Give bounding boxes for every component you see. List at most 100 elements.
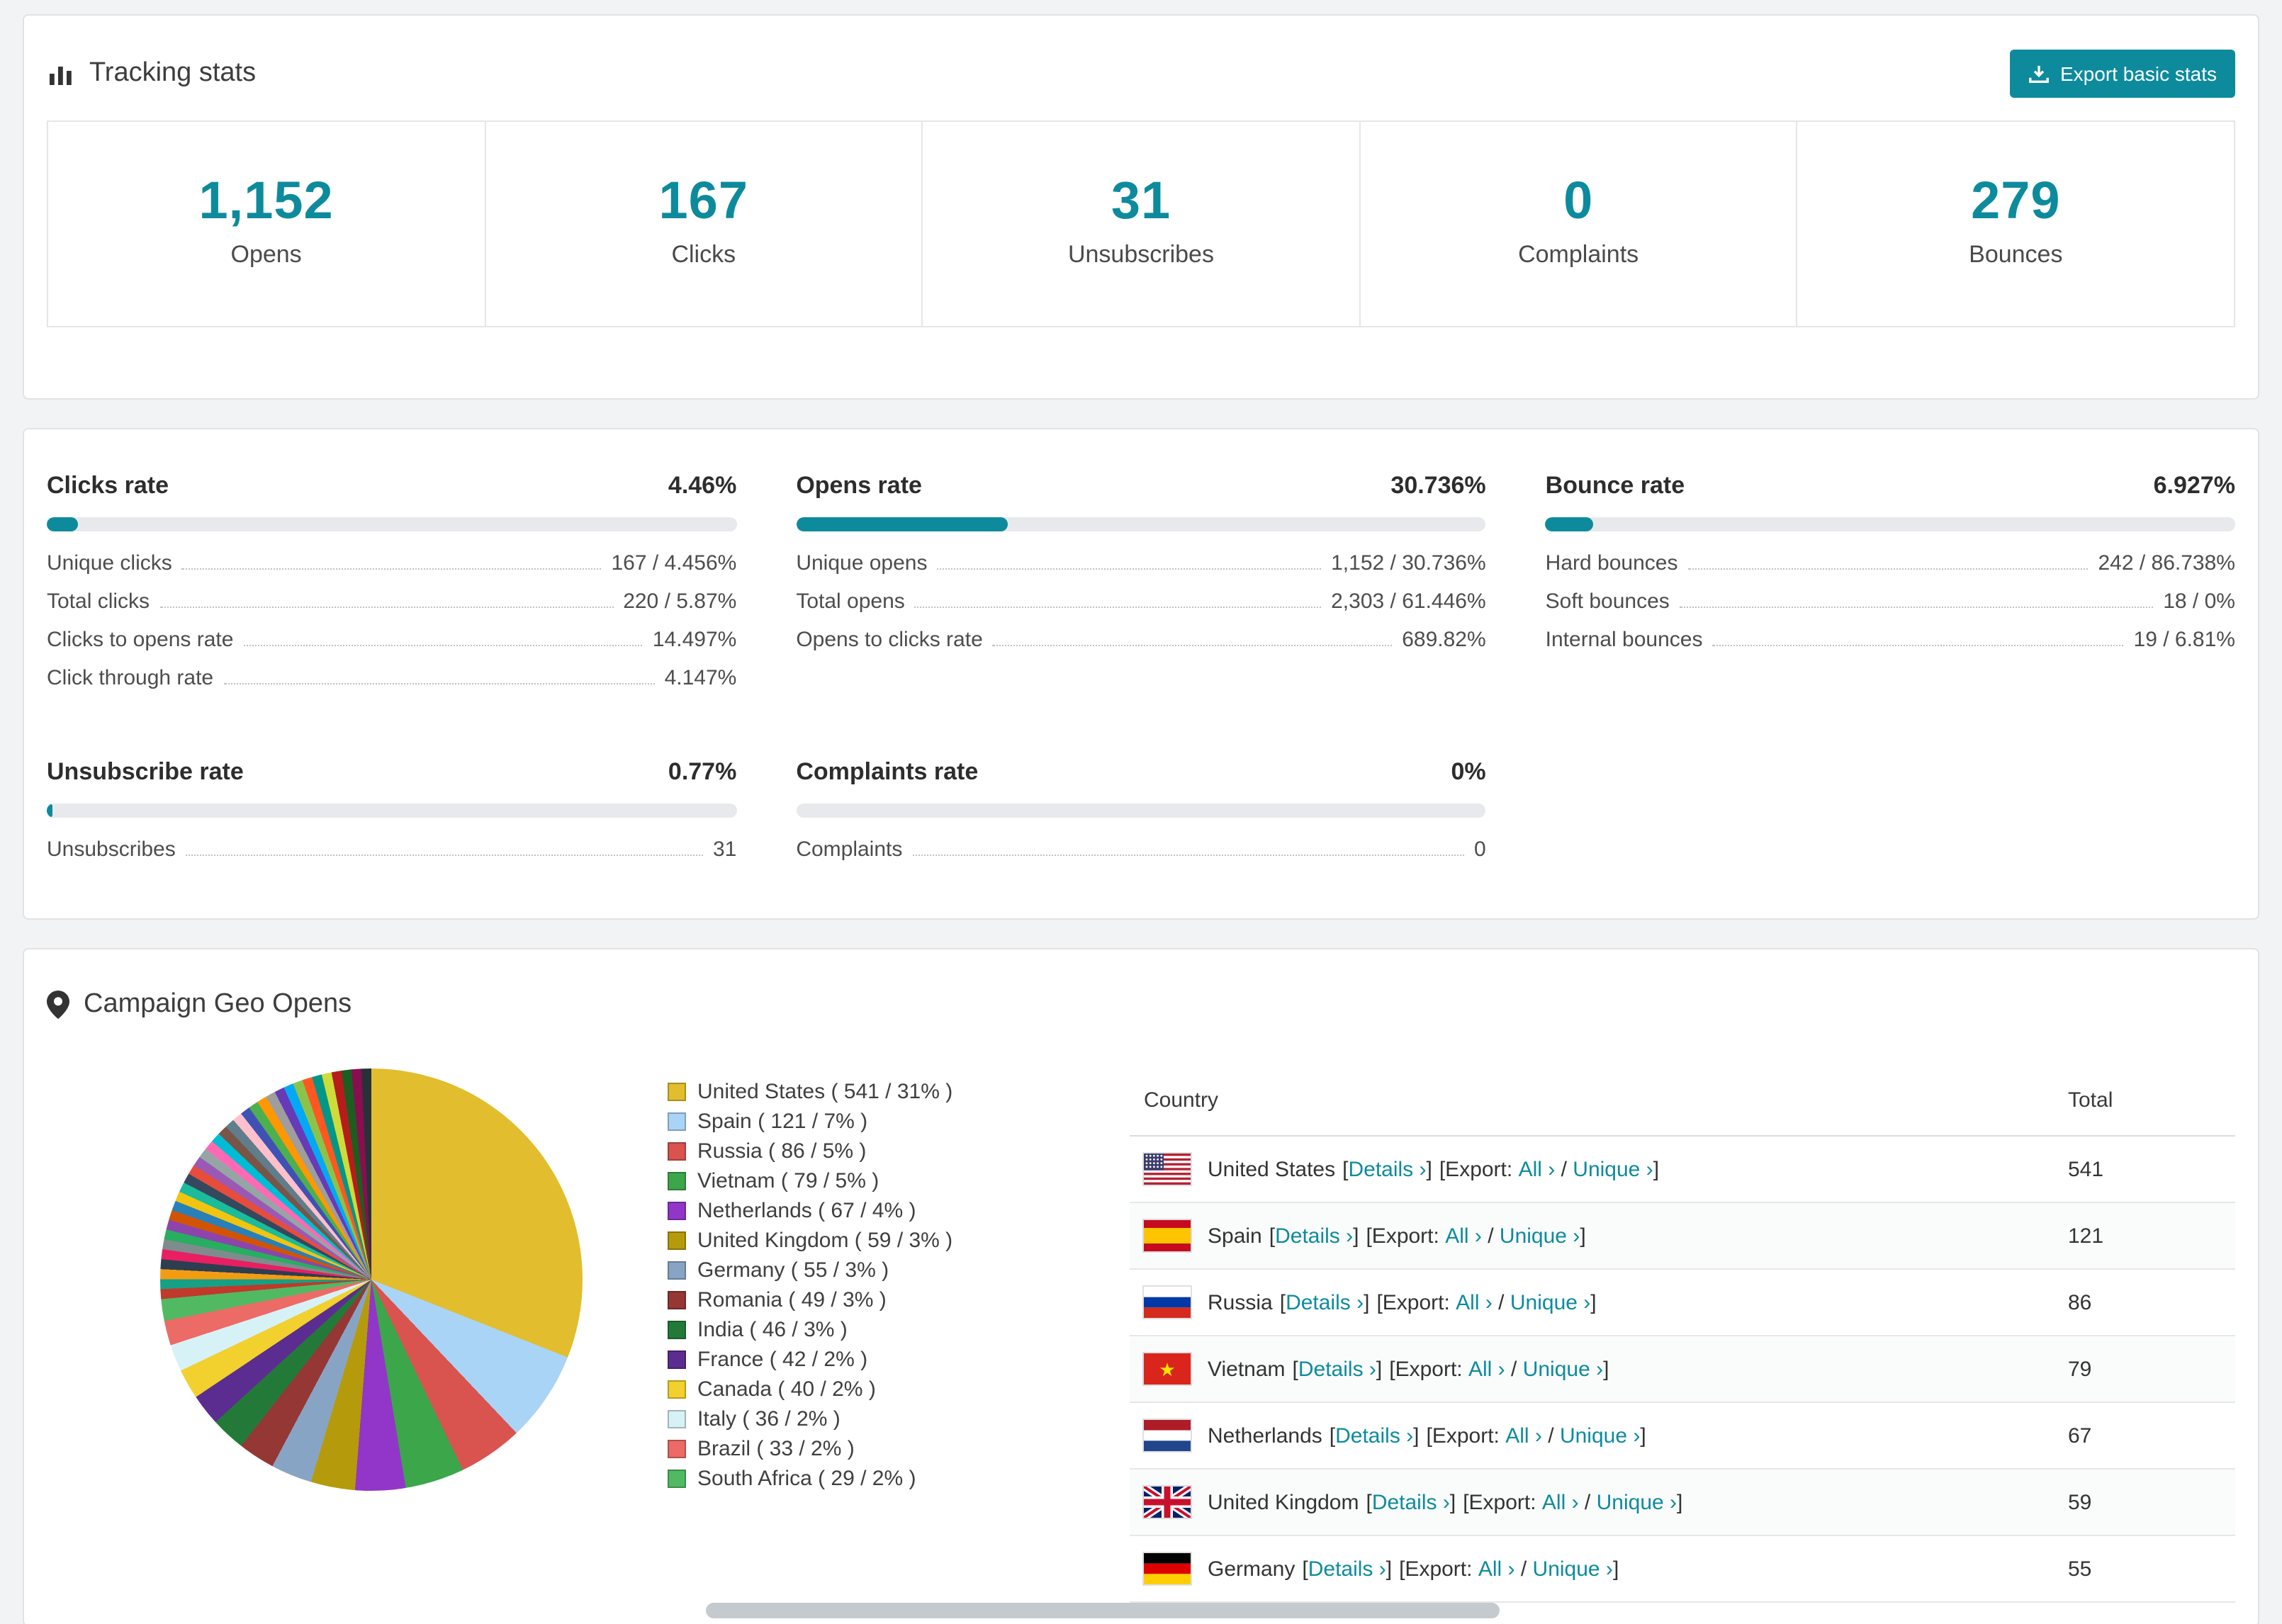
- summary-stat: 1,152 Opens: [48, 122, 486, 326]
- legend-swatch: [668, 1231, 686, 1250]
- legend-item: India ( 46 / 3% ): [668, 1315, 1121, 1345]
- geo-opens-title: Campaign Geo Opens: [47, 983, 352, 1026]
- export-unique-link[interactable]: Unique ›: [1560, 1423, 1640, 1448]
- geo-opens-title-text: Campaign Geo Opens: [84, 989, 352, 1019]
- geo-table-col-country: Country: [1144, 1088, 1219, 1112]
- flag-us-icon: [1144, 1154, 1191, 1185]
- stat-label: Unsubscribes: [1067, 241, 1214, 268]
- dotted-leader: [181, 568, 602, 570]
- legend-item: Russia ( 86 / 5% ): [668, 1137, 1121, 1166]
- export-all-link[interactable]: All ›: [1468, 1357, 1505, 1381]
- legend-item: Italy ( 36 / 2% ): [668, 1404, 1121, 1434]
- rate-panel-title: Clicks rate: [47, 472, 169, 499]
- export-unique-link[interactable]: Unique ›: [1533, 1557, 1613, 1581]
- legend-item: Brazil ( 33 / 2% ): [668, 1434, 1121, 1464]
- rate-progress-track: [47, 803, 737, 818]
- geo-body: United States ( 541 / 31% ) Spain ( 121 …: [47, 1068, 2235, 1603]
- export-unique-link[interactable]: Unique ›: [1573, 1157, 1653, 1181]
- legend-swatch: [668, 1440, 686, 1458]
- metric-value: 4.147%: [664, 666, 737, 690]
- export-all-link[interactable]: All ›: [1519, 1157, 1556, 1181]
- dotted-leader: [992, 645, 1393, 646]
- metric-label: Internal bounces: [1545, 628, 1703, 652]
- map-pin-icon: [47, 991, 69, 1019]
- svg-text:★: ★: [1159, 1359, 1175, 1380]
- geo-row-total: 541: [2068, 1157, 2104, 1181]
- metric-label: Clicks to opens rate: [47, 628, 234, 652]
- rate-progress-fill: [47, 517, 78, 531]
- export-unique-link[interactable]: Unique ›: [1510, 1290, 1590, 1314]
- rate-panel-percent: 0.77%: [668, 758, 737, 785]
- rate-metric-row: Internal bounces 19 / 6.81%: [1546, 628, 2235, 652]
- geo-table-header: Country Total: [1130, 1068, 2235, 1137]
- details-link[interactable]: Details ›: [1286, 1290, 1364, 1314]
- legend-swatch: [668, 1112, 686, 1131]
- rate-panel-title: Unsubscribe rate: [47, 758, 244, 785]
- metric-value: 14.497%: [652, 628, 737, 652]
- rate-progress-fill: [796, 517, 1008, 531]
- export-all-link[interactable]: All ›: [1456, 1290, 1493, 1314]
- flag-vn-icon: ★: [1144, 1353, 1191, 1385]
- geo-row-country-cell: United States[Details ›] [Export: All › /…: [1144, 1154, 2068, 1185]
- tracking-stats-card: Tracking stats Export basic stats 1,152 …: [23, 14, 2259, 400]
- legend-swatch: [668, 1410, 686, 1428]
- rates-card: Clicks rate 4.46% Unique clicks 167 / 4.…: [23, 428, 2259, 920]
- rate-progress-track: [47, 517, 737, 531]
- rate-progress-fill: [1545, 517, 1594, 531]
- metric-label: Total opens: [796, 590, 905, 614]
- rate-panel-clicks: Clicks rate 4.46% Unique clicks 167 / 4.…: [47, 472, 737, 690]
- export-all-link[interactable]: All ›: [1505, 1423, 1542, 1448]
- export-unique-link[interactable]: Unique ›: [1597, 1490, 1677, 1514]
- metric-value: 19 / 6.81%: [2133, 628, 2235, 652]
- stat-value: 279: [1971, 171, 2061, 230]
- rate-metric-row: Unsubscribes 31: [47, 838, 736, 862]
- details-link[interactable]: Details ›: [1308, 1557, 1386, 1581]
- legend-swatch: [668, 1321, 686, 1339]
- details-link[interactable]: Details ›: [1275, 1224, 1353, 1248]
- metric-value: 31: [712, 838, 737, 862]
- country-name: Germany: [1208, 1557, 1295, 1581]
- legend-label: Canada ( 40 / 2% ): [697, 1377, 876, 1402]
- export-all-link[interactable]: All ›: [1478, 1557, 1515, 1581]
- horizontal-scrollbar-thumb[interactable]: [706, 1603, 1500, 1618]
- rate-panel-rows: Unique clicks 167 / 4.456% Total clicks …: [47, 551, 736, 690]
- legend-swatch: [668, 1291, 686, 1309]
- legend-label: France ( 42 / 2% ): [697, 1348, 868, 1372]
- summary-stat: 167 Clicks: [485, 122, 923, 326]
- metric-label: Hard bounces: [1545, 551, 1678, 575]
- country-name: Vietnam: [1208, 1357, 1286, 1381]
- geo-table-rows: United States[Details ›] [Export: All › /…: [1130, 1137, 2235, 1603]
- rate-panel-unsubscribe: Unsubscribe rate 0.77% Unsubscribes 31: [47, 758, 737, 862]
- details-link[interactable]: Details ›: [1335, 1423, 1413, 1448]
- rate-panel-title: Complaints rate: [796, 758, 979, 785]
- details-link[interactable]: Details ›: [1348, 1157, 1426, 1181]
- geo-row-country-cell: ★ Vietnam[Details ›] [Export: All › / Uniq…: [1144, 1353, 2068, 1385]
- export-unique-link[interactable]: Unique ›: [1523, 1357, 1603, 1381]
- export-all-link[interactable]: All ›: [1542, 1490, 1579, 1514]
- legend-label: Vietnam ( 79 / 5% ): [697, 1169, 879, 1193]
- stat-label: Opens: [230, 241, 302, 268]
- legend-swatch: [668, 1202, 686, 1220]
- rate-panel-bounce: Bounce rate 6.927% Hard bounces 242 / 86…: [1545, 472, 2235, 690]
- legend-swatch: [668, 1470, 686, 1488]
- geo-row-total: 59: [2068, 1490, 2092, 1514]
- rate-panel-percent: 30.736%: [1390, 472, 1486, 499]
- geo-row-country-cell: Russia[Details ›] [Export: All › / Unique…: [1144, 1287, 2068, 1318]
- details-link[interactable]: Details ›: [1372, 1490, 1450, 1514]
- export-all-link[interactable]: All ›: [1445, 1224, 1482, 1248]
- rate-metric-row: Hard bounces 242 / 86.738%: [1546, 551, 2235, 575]
- rate-metric-row: Click through rate 4.147%: [47, 666, 736, 690]
- details-link[interactable]: Details ›: [1298, 1357, 1376, 1381]
- metric-value: 220 / 5.87%: [623, 590, 737, 614]
- export-unique-link[interactable]: Unique ›: [1500, 1224, 1580, 1248]
- geo-pie-chart: [160, 1068, 583, 1491]
- geo-row-country-cell: United Kingdom[Details ›] [Export: All › …: [1144, 1487, 2068, 1518]
- summary-stat: 0 Complaints: [1361, 122, 1798, 326]
- export-basic-stats-button[interactable]: Export basic stats: [2009, 50, 2235, 98]
- legend-swatch: [668, 1261, 686, 1280]
- rate-metric-row: Total opens 2,303 / 61.446%: [796, 590, 1485, 614]
- legend-swatch: [668, 1380, 686, 1399]
- stat-label: Bounces: [1969, 241, 2063, 268]
- geo-row-total: 121: [2068, 1224, 2104, 1248]
- flag-de-icon: [1144, 1553, 1191, 1584]
